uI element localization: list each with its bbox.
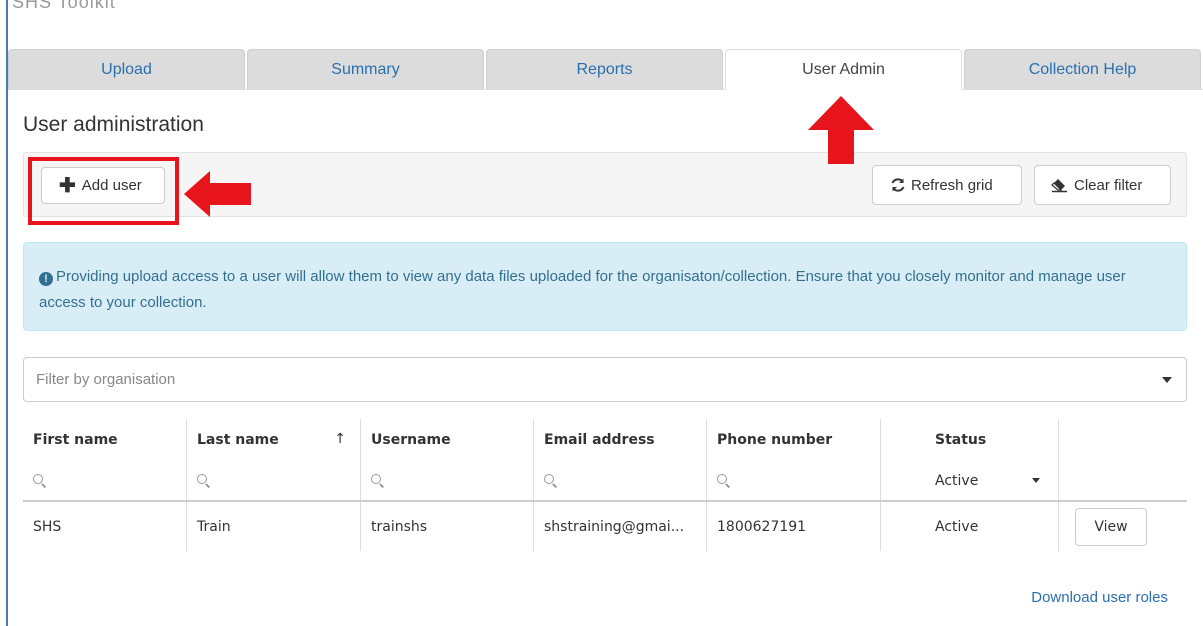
header-email[interactable]: Email address xyxy=(534,419,707,461)
download-user-roles-link[interactable]: Download user roles xyxy=(1031,589,1168,606)
filter-status-select[interactable]: Active xyxy=(881,461,1059,500)
organisation-filter-select[interactable]: Filter by organisation xyxy=(23,357,1187,402)
window-border xyxy=(6,0,8,626)
refresh-grid-button[interactable]: Refresh grid xyxy=(872,165,1022,205)
filter-phone[interactable] xyxy=(707,461,881,500)
search-icon xyxy=(544,473,558,488)
tab-collection-help[interactable]: Collection Help xyxy=(964,49,1201,89)
alert-text: Providing upload access to a user will a… xyxy=(39,268,1126,311)
header-first-name[interactable]: First name xyxy=(23,419,187,461)
filter-first-name[interactable] xyxy=(23,461,187,500)
table-row: SHS Train trainshs shstraining@gmai... 1… xyxy=(23,502,1187,551)
search-icon xyxy=(717,473,731,488)
chevron-down-icon xyxy=(1032,478,1040,483)
filter-email[interactable] xyxy=(534,461,707,500)
cell-last-name: Train xyxy=(187,502,361,551)
cell-status: Active xyxy=(881,502,1059,551)
header-last-name[interactable]: Last name ↑ xyxy=(187,419,361,461)
search-icon xyxy=(371,473,385,488)
arrow-left-annotation xyxy=(184,171,251,217)
app-title: SHS Toolkit xyxy=(12,0,116,12)
filter-username[interactable] xyxy=(361,461,534,500)
grid-header-row: First name Last name ↑ Username Email ad… xyxy=(23,419,1187,461)
cell-actions: View xyxy=(1059,502,1187,551)
page-title: User administration xyxy=(23,113,204,136)
clear-filter-label: Clear filter xyxy=(1074,176,1143,194)
info-icon: ! xyxy=(39,272,53,286)
tab-bar: Upload Summary Reports User Admin Collec… xyxy=(8,49,1203,90)
users-grid: First name Last name ↑ Username Email ad… xyxy=(23,419,1187,551)
organisation-filter-placeholder: Filter by organisation xyxy=(36,371,176,388)
cell-email: shstraining@gmai... xyxy=(534,502,707,551)
search-icon xyxy=(197,473,211,488)
header-last-name-label: Last name xyxy=(197,432,279,448)
header-status[interactable]: Status xyxy=(881,419,1059,461)
filter-last-name[interactable] xyxy=(187,461,361,500)
grid-filter-row: Active xyxy=(23,461,1187,502)
highlight-annotation-box xyxy=(28,157,179,225)
sort-up-icon: ↑ xyxy=(334,431,346,447)
chevron-down-icon xyxy=(1162,377,1172,383)
info-alert: ! Providing upload access to a user will … xyxy=(23,242,1187,331)
cell-phone: 1800627191 xyxy=(707,502,881,551)
cell-first-name: SHS xyxy=(23,502,187,551)
clear-filter-button[interactable]: Clear filter xyxy=(1034,165,1171,205)
search-icon xyxy=(33,473,47,488)
refresh-icon xyxy=(891,178,905,192)
filter-actions xyxy=(1059,461,1187,500)
view-user-button[interactable]: View xyxy=(1075,507,1147,546)
tab-upload[interactable]: Upload xyxy=(8,49,245,89)
tab-user-admin[interactable]: User Admin xyxy=(725,49,962,90)
filter-status-value: Active xyxy=(935,472,979,489)
tab-summary[interactable]: Summary xyxy=(247,49,484,89)
cell-username: trainshs xyxy=(361,502,534,551)
header-username[interactable]: Username xyxy=(361,419,534,461)
tab-reports[interactable]: Reports xyxy=(486,49,723,89)
header-actions xyxy=(1059,419,1187,461)
refresh-grid-label: Refresh grid xyxy=(911,176,993,194)
arrow-up-annotation xyxy=(808,96,874,164)
header-phone[interactable]: Phone number xyxy=(707,419,881,461)
eraser-icon xyxy=(1051,179,1067,193)
